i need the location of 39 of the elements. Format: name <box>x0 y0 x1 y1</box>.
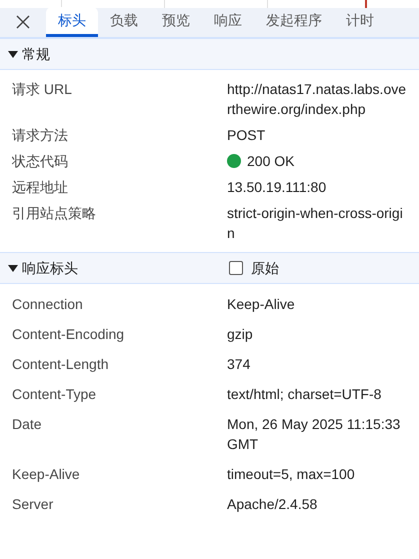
header-name: Content-Length <box>12 355 110 374</box>
collapse-triangle-icon <box>8 263 18 273</box>
section-title: 响应标头 <box>22 258 79 278</box>
collapse-triangle-icon <box>8 49 18 59</box>
header-value: 13.50.19.111:80 <box>227 178 326 197</box>
header-value: Keep-Alive <box>227 295 295 314</box>
header-name: Content-Type <box>12 385 98 404</box>
header-value: timeout=5, max=100 <box>227 465 355 484</box>
header-value: Mon, 26 May 2025 11:15:33 GMT <box>227 415 402 454</box>
tab[interactable]: 预览 <box>150 7 202 37</box>
header-value: 374 <box>227 355 250 374</box>
raw-checkbox[interactable] <box>229 261 243 275</box>
header-name: 状态代码 <box>12 152 69 171</box>
header-value: gzip <box>227 325 253 344</box>
section-title: 常规 <box>22 44 51 64</box>
header-value: strict-origin-when-cross-origin <box>227 204 404 243</box>
header-name: 引用站点策略 <box>12 204 97 223</box>
checkbox-label: 原始 <box>251 258 279 278</box>
header-name: Connection <box>12 295 84 314</box>
header-value: POST <box>227 126 266 145</box>
tab[interactable]: 标头 <box>46 7 98 37</box>
tab[interactable]: 计时 <box>334 7 386 37</box>
tab[interactable]: 响应 <box>202 7 254 37</box>
section-header[interactable]: 常规 <box>0 38 419 70</box>
header-value: 200 OK <box>247 152 294 171</box>
header-value: http://natas17.natas.labs.overthewire.org/index.php <box>227 80 407 119</box>
header-value: Apache/2.4.58 <box>227 495 318 514</box>
header-name: Date <box>12 415 43 434</box>
header-name: Content-Encoding <box>12 325 126 344</box>
header-name: Server <box>12 495 54 514</box>
section-header[interactable]: 响应标头 原始 <box>0 252 419 284</box>
header-name: 远程地址 <box>12 178 69 197</box>
close-icon <box>15 14 31 30</box>
header-name: 请求方法 <box>12 126 69 145</box>
tab[interactable]: 发起程序 <box>254 7 334 37</box>
tab[interactable]: 负载 <box>98 7 150 37</box>
header-name: 请求 URL <box>12 80 73 99</box>
header-name: Keep-Alive <box>12 465 81 484</box>
header-value: text/html; charset=UTF-8 <box>227 385 382 404</box>
